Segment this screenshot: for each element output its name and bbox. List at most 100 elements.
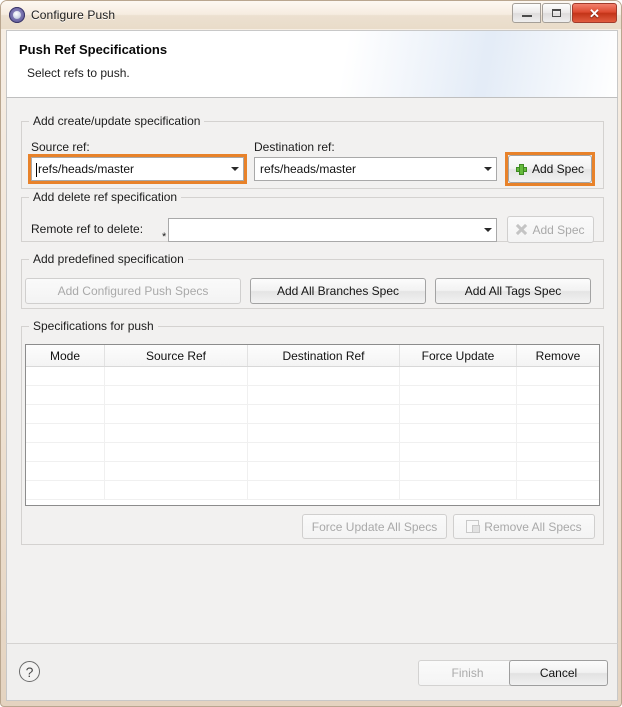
- table-cell: [517, 424, 599, 442]
- title-bar[interactable]: Configure Push ✕: [1, 1, 621, 29]
- table-cell: [26, 462, 105, 480]
- x-icon: [516, 224, 527, 235]
- table-cell: [26, 481, 105, 499]
- table-cell: [26, 443, 105, 461]
- table-cell: [400, 386, 517, 404]
- add-spec-create-button[interactable]: Add Spec: [508, 155, 592, 183]
- remove-all-specs-label: Remove All Specs: [484, 519, 582, 534]
- minimize-button[interactable]: [512, 3, 541, 23]
- table-row[interactable]: [26, 386, 599, 405]
- predefined-group-label: Add predefined specification: [29, 252, 188, 266]
- chevron-down-icon[interactable]: [226, 158, 243, 180]
- table-cell: [248, 462, 400, 480]
- maximize-button[interactable]: [542, 3, 571, 23]
- table-row[interactable]: [26, 367, 599, 386]
- table-cell: [248, 405, 400, 423]
- destination-ref-combo[interactable]: refs/heads/master: [254, 157, 497, 181]
- table-cell: [26, 405, 105, 423]
- table-cell: [248, 424, 400, 442]
- table-cell: [248, 367, 400, 385]
- table-cell: [400, 424, 517, 442]
- table-cell: [517, 367, 599, 385]
- table-row[interactable]: [26, 481, 599, 500]
- add-configured-push-specs-button[interactable]: Add Configured Push Specs: [25, 278, 241, 304]
- table-cell: [517, 443, 599, 461]
- table-row[interactable]: [26, 405, 599, 424]
- table-cell: [400, 481, 517, 499]
- remove-all-specs-button[interactable]: Remove All Specs: [453, 514, 595, 539]
- table-cell: [105, 367, 248, 385]
- table-cell: [400, 443, 517, 461]
- specifications-table[interactable]: Mode Source Ref Destination Ref Force Updat…: [25, 344, 600, 506]
- spec-table-group-label: Specifications for push: [29, 319, 158, 333]
- page-title: Push Ref Specifications: [19, 42, 168, 57]
- required-marker: *: [162, 231, 167, 243]
- remote-ref-label: Remote ref to delete:: [31, 222, 144, 236]
- dialog-body: Add create/update specification Source r…: [6, 98, 618, 674]
- table-row[interactable]: [26, 462, 599, 481]
- window-controls: ✕: [512, 3, 617, 23]
- add-spec-create-label: Add Spec: [531, 162, 585, 176]
- create-update-group-label: Add create/update specification: [29, 114, 205, 128]
- force-update-all-specs-label: Force Update All Specs: [311, 519, 438, 534]
- cancel-label: Cancel: [539, 666, 578, 680]
- table-cell: [517, 386, 599, 404]
- table-row[interactable]: [26, 443, 599, 462]
- table-cell: [248, 481, 400, 499]
- table-cell: [517, 405, 599, 423]
- table-cell: [400, 367, 517, 385]
- app-gear-icon: [9, 7, 25, 23]
- table-cell: [105, 462, 248, 480]
- force-update-all-specs-button[interactable]: Force Update All Specs: [302, 514, 447, 539]
- minimize-icon: [521, 15, 532, 17]
- table-column-header[interactable]: Destination Ref: [248, 345, 400, 366]
- finish-label: Finish: [451, 666, 484, 680]
- add-all-tags-spec-label: Add All Tags Spec: [464, 284, 562, 298]
- table-cell: [105, 405, 248, 423]
- source-ref-label: Source ref:: [31, 140, 90, 154]
- add-all-tags-spec-button[interactable]: Add All Tags Spec: [435, 278, 591, 304]
- delete-ref-group-label: Add delete ref specification: [29, 190, 182, 204]
- table-row[interactable]: [26, 424, 599, 443]
- add-all-branches-spec-label: Add All Branches Spec: [276, 284, 400, 298]
- maximize-icon: [552, 9, 561, 17]
- close-icon: ✕: [589, 5, 600, 21]
- table-column-header[interactable]: Mode: [26, 345, 105, 366]
- remove-icon: [466, 520, 481, 533]
- source-ref-combo[interactable]: refs/heads/master: [31, 157, 244, 181]
- help-icon[interactable]: ?: [19, 661, 40, 682]
- chevron-down-icon[interactable]: [479, 219, 496, 241]
- table-cell: [105, 481, 248, 499]
- table-cell: [400, 462, 517, 480]
- table-header-row: Mode Source Ref Destination Ref Force Updat…: [26, 345, 599, 367]
- plus-icon: [515, 163, 527, 175]
- table-cell: [105, 386, 248, 404]
- table-cell: [400, 405, 517, 423]
- page-subtitle: Select refs to push.: [27, 66, 130, 80]
- table-cell: [517, 462, 599, 480]
- table-column-header[interactable]: Force Update: [400, 345, 517, 366]
- configure-push-dialog: Configure Push ✕ Push Ref Specifications…: [0, 0, 622, 707]
- table-cell: [248, 386, 400, 404]
- finish-button[interactable]: Finish: [418, 660, 517, 686]
- table-cell: [26, 367, 105, 385]
- add-all-branches-spec-button[interactable]: Add All Branches Spec: [250, 278, 426, 304]
- table-column-header[interactable]: Source Ref: [105, 345, 248, 366]
- destination-ref-label: Destination ref:: [254, 140, 335, 154]
- cancel-button[interactable]: Cancel: [509, 660, 608, 686]
- table-cell: [105, 443, 248, 461]
- add-spec-delete-button[interactable]: Add Spec: [507, 216, 594, 243]
- table-cell: [105, 424, 248, 442]
- add-configured-push-specs-label: Add Configured Push Specs: [57, 284, 209, 298]
- table-cell: [248, 443, 400, 461]
- source-ref-value: refs/heads/master: [38, 162, 135, 176]
- close-button[interactable]: ✕: [572, 3, 617, 23]
- add-spec-delete-label: Add Spec: [532, 222, 585, 237]
- remote-ref-combo[interactable]: [168, 218, 497, 242]
- table-body[interactable]: [26, 367, 599, 500]
- table-cell: [26, 424, 105, 442]
- chevron-down-icon[interactable]: [479, 158, 496, 180]
- text-caret: [36, 163, 37, 177]
- table-column-header[interactable]: Remove: [517, 345, 599, 366]
- wizard-header: Push Ref Specifications Select refs to p…: [6, 30, 618, 98]
